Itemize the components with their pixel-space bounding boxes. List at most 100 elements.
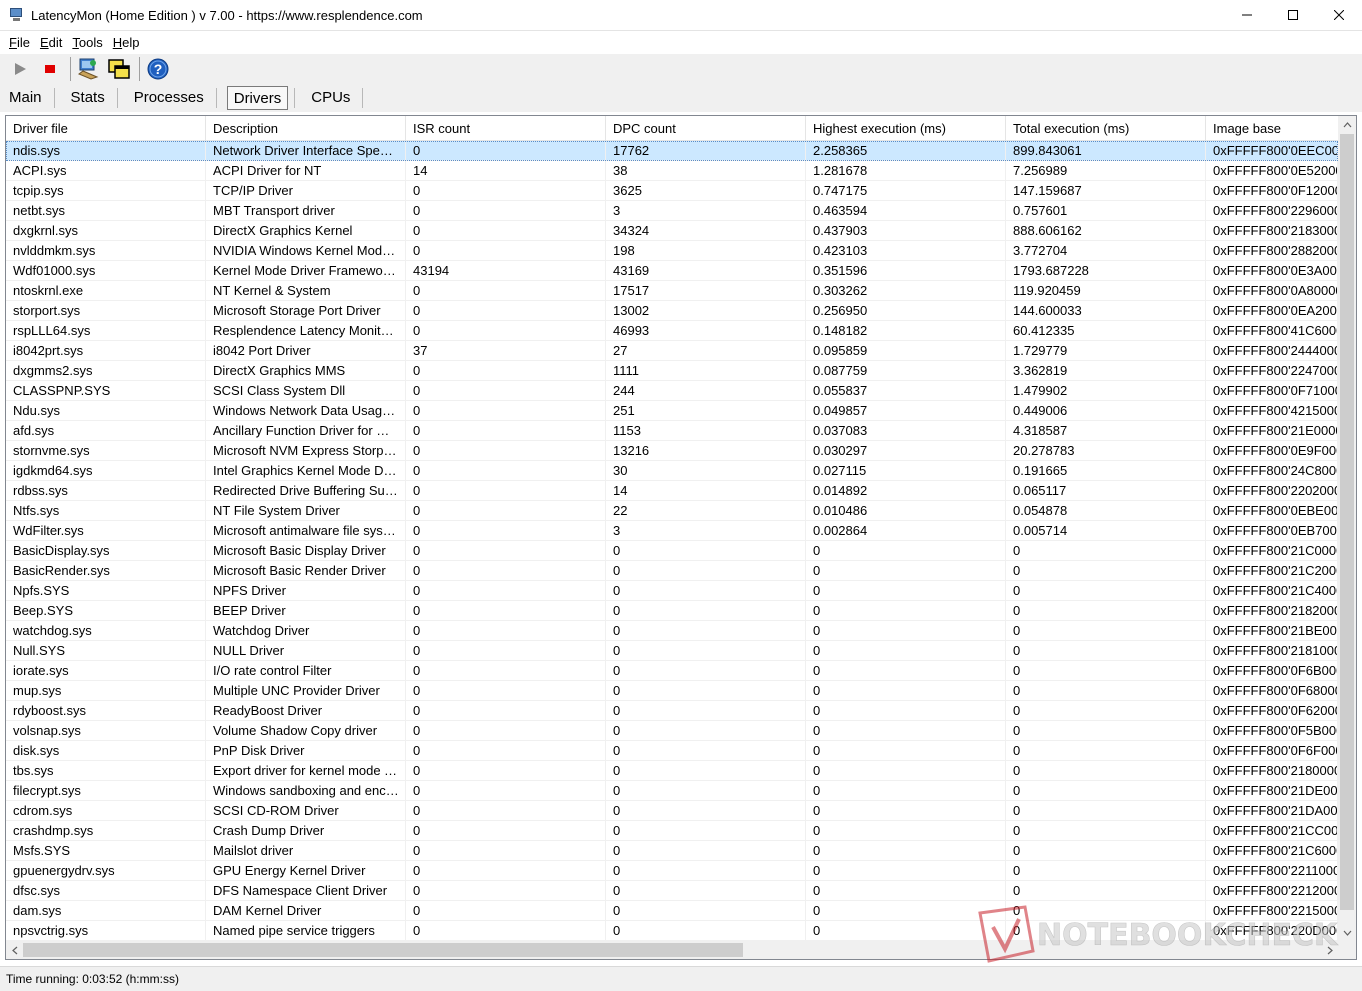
menu-edit-accel: E: [39, 34, 49, 50]
table-cell: 0: [806, 661, 1006, 680]
tab-cpus[interactable]: CPUs: [305, 86, 356, 110]
column-header[interactable]: DPC count: [606, 116, 806, 141]
table-cell: tbs.sys: [6, 761, 206, 780]
table-cell: Intel Graphics Kernel Mode Driver: [206, 461, 406, 480]
table-cell: 0.191665: [1006, 461, 1206, 480]
stop-icon: [45, 65, 55, 73]
table-row[interactable]: storport.sys Microsoft Storage Port Drive…: [6, 301, 1338, 321]
table-cell: NPFS Driver: [206, 581, 406, 600]
table-cell: 0: [1006, 721, 1206, 740]
table-row[interactable]: rdbss.sys Redirected Drive Buffering SubS…: [6, 481, 1338, 501]
table-row[interactable]: Null.SYS NULL Driver 0 0 0 0 0xFFFFF800'218100…: [6, 641, 1338, 661]
start-button[interactable]: [6, 55, 34, 83]
table-cell: 198: [606, 241, 806, 260]
scroll-up-arrow[interactable]: [1338, 116, 1356, 133]
close-button[interactable]: [1316, 0, 1362, 31]
table-row[interactable]: ndis.sys Network Driver Interface Specifi…: [6, 141, 1338, 161]
table-row[interactable]: i8042prt.sys i8042 Port Driver 37 27 0.09585…: [6, 341, 1338, 361]
scroll-down-arrow[interactable]: [1338, 924, 1356, 941]
vertical-scroll-thumb[interactable]: [1340, 134, 1354, 910]
table-row[interactable]: volsnap.sys Volume Shadow Copy driver 0 0 0 0…: [6, 721, 1338, 741]
table-row[interactable]: BasicRender.sys Microsoft Basic Render Dr…: [6, 561, 1338, 581]
table-row[interactable]: netbt.sys MBT Transport driver 0 3 0.463594 0…: [6, 201, 1338, 221]
table-cell: 0: [606, 901, 806, 920]
wizard-button[interactable]: [75, 55, 103, 83]
window-title: LatencyMon (Home Edition ) v 7.00 - http…: [31, 7, 423, 23]
table-row[interactable]: BasicDisplay.sys Microsoft Basic Display …: [6, 541, 1338, 561]
table-row[interactable]: CLASSPNP.SYS SCSI Class System Dll 0 244 0.0…: [6, 381, 1338, 401]
table-cell: 0.030297: [806, 441, 1006, 460]
menu-help[interactable]: Help: [109, 35, 144, 50]
table-row[interactable]: gpuenergydrv.sys GPU Energy Kernel Driver…: [6, 861, 1338, 881]
tab-main[interactable]: Main: [3, 86, 48, 110]
table-cell: storport.sys: [6, 301, 206, 320]
table-cell: cdrom.sys: [6, 801, 206, 820]
table-row[interactable]: tcpip.sys TCP/IP Driver 0 3625 0.747175 147.1…: [6, 181, 1338, 201]
table-cell: 1.281678: [806, 161, 1006, 180]
table-row[interactable]: iorate.sys I/O rate control Filter 0 0 0 0 0xF…: [6, 661, 1338, 681]
table-row[interactable]: afd.sys Ancillary Function Driver for Win…: [6, 421, 1338, 441]
table-row[interactable]: crashdmp.sys Crash Dump Driver 0 0 0 0 0xFFFFF…: [6, 821, 1338, 841]
table-row[interactable]: dxgkrnl.sys DirectX Graphics Kernel 0 34324…: [6, 221, 1338, 241]
table-row[interactable]: watchdog.sys Watchdog Driver 0 0 0 0 0xFFFFF80…: [6, 621, 1338, 641]
windows-button[interactable]: [105, 55, 133, 83]
column-header[interactable]: ISR count: [406, 116, 606, 141]
table-row[interactable]: Ndu.sysWindows Network Data Usage Monito…: [6, 401, 1338, 421]
column-header[interactable]: Description: [206, 116, 406, 141]
maximize-button[interactable]: [1270, 0, 1316, 31]
tab-drivers[interactable]: Drivers: [226, 86, 289, 110]
stop-button[interactable]: [36, 55, 64, 83]
table-cell: 0xFFFFF800'42150000: [1206, 401, 1338, 420]
column-header[interactable]: Total execution (ms): [1006, 116, 1206, 141]
table-row[interactable]: dam.sys DAM Kernel Driver 0 0 0 0 0xFFFFF800'2…: [6, 901, 1338, 921]
menu-tools[interactable]: Tools: [68, 35, 106, 50]
minimize-button[interactable]: [1224, 0, 1270, 31]
help-button[interactable]: ?: [144, 55, 172, 83]
table-row[interactable]: npsvctrig.sys Named pipe service triggers…: [6, 921, 1338, 941]
table-row[interactable]: dfsc.sys DFS Namespace Client Driver 0 0 0 0 0…: [6, 881, 1338, 901]
table-row[interactable]: ntoskrnl.exe NT Kernel & System 0 17517 0.30…: [6, 281, 1338, 301]
table-row[interactable]: rspLLL64.sys Resplendence Latency Monitor…: [6, 321, 1338, 341]
tab-stats[interactable]: Stats: [65, 86, 111, 110]
table-row[interactable]: dxgmms2.sys DirectX Graphics MMS 0 1111 0.08…: [6, 361, 1338, 381]
table-cell: 0: [1006, 781, 1206, 800]
scroll-right-arrow[interactable]: [1321, 941, 1338, 959]
toolbar: ?: [0, 54, 1362, 84]
table-cell: Npfs.SYS: [6, 581, 206, 600]
table-cell: 0.010486: [806, 501, 1006, 520]
menu-tools-label: ools: [78, 34, 103, 50]
table-row[interactable]: disk.sys PnP Disk Driver 0 0 0 0 0xFFFFF800'0F…: [6, 741, 1338, 761]
table-row[interactable]: Wdf01000.sys Kernel Mode Driver Framework…: [6, 261, 1338, 281]
table-cell: Null.SYS: [6, 641, 206, 660]
table-row[interactable]: WdFilter.sys Microsoft antimalware file s…: [6, 521, 1338, 541]
vertical-scrollbar[interactable]: [1338, 116, 1356, 941]
column-header[interactable]: Highest execution (ms): [806, 116, 1006, 141]
table-row[interactable]: igdkmd64.sys Intel Graphics Kernel Mode D…: [6, 461, 1338, 481]
table-cell: Windows Network Data Usage Monitoring Dr…: [206, 401, 406, 420]
menu-file[interactable]: File: [5, 35, 34, 50]
table-cell: Network Driver Interface Specification (…: [206, 141, 406, 160]
column-header[interactable]: Driver file: [6, 116, 206, 141]
table-row[interactable]: nvlddmkm.sys NVIDIA Windows Kernel Mode D…: [6, 241, 1338, 261]
table-row[interactable]: filecrypt.sys Windows sandboxing and encr…: [6, 781, 1338, 801]
table-row[interactable]: stornvme.sys Microsoft NVM Express Storpo…: [6, 441, 1338, 461]
menu-edit[interactable]: Edit: [36, 35, 66, 50]
horizontal-scroll-thumb[interactable]: [23, 943, 743, 957]
table-cell: 0xFFFFF800'21C20000: [1206, 561, 1338, 580]
scroll-left-arrow[interactable]: [6, 941, 23, 959]
table-row[interactable]: cdrom.sys SCSI CD-ROM Driver 0 0 0 0 0xFFFFF80…: [6, 801, 1338, 821]
table-row[interactable]: rdyboost.sys ReadyBoost Driver 0 0 0 0 0xFFFFF…: [6, 701, 1338, 721]
table-row[interactable]: Msfs.SYS Mailslot driver 0 0 0 0 0xFFFFF800'21…: [6, 841, 1338, 861]
table-cell: 0: [1006, 801, 1206, 820]
table-row[interactable]: ACPI.sys ACPI Driver for NT 14 38 1.281678 7.…: [6, 161, 1338, 181]
horizontal-scrollbar[interactable]: [6, 941, 1338, 959]
table-row[interactable]: Npfs.SYS NPFS Driver 0 0 0 0 0xFFFFF800'21C400…: [6, 581, 1338, 601]
table-row[interactable]: Ntfs.sys NT File System Driver 0 22 0.010486…: [6, 501, 1338, 521]
table-row[interactable]: tbs.sysExport driver for kernel mode TPM…: [6, 761, 1338, 781]
table-row[interactable]: Beep.SYS BEEP Driver 0 0 0 0 0xFFFFF800'218200…: [6, 601, 1338, 621]
table-cell: ntoskrnl.exe: [6, 281, 206, 300]
column-header[interactable]: Image base: [1206, 116, 1356, 141]
table-row[interactable]: mup.sys Multiple UNC Provider Driver 0 0 0 0 0…: [6, 681, 1338, 701]
tab-processes[interactable]: Processes: [128, 86, 210, 110]
table-cell: 0xFFFFF800'0F710000: [1206, 381, 1338, 400]
